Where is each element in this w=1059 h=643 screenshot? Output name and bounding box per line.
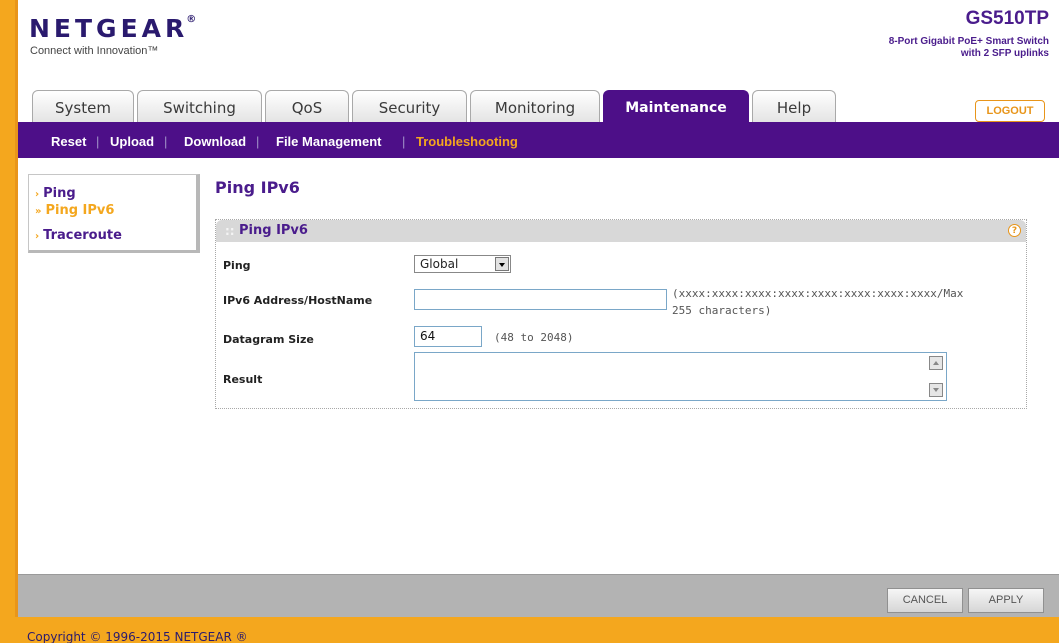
panel-title: Ping IPv6 <box>239 223 308 238</box>
sidebar: › Ping » Ping IPv6 › Traceroute <box>28 174 200 253</box>
tagline: Connect with Innovation™ <box>30 45 159 57</box>
page-title: Ping IPv6 <box>215 178 300 197</box>
tab-help[interactable]: Help <box>752 90 836 122</box>
subnav-file-management[interactable]: File Management <box>276 134 381 149</box>
tab-monitoring[interactable]: Monitoring <box>470 90 600 122</box>
drag-handle-icon: :: <box>225 224 235 238</box>
subnav-download[interactable]: Download <box>184 134 246 149</box>
subnav-reset[interactable]: Reset <box>51 134 86 149</box>
subnav-separator: | <box>164 134 168 149</box>
datagram-size-input[interactable]: 64 <box>414 326 482 347</box>
sidebar-item-ping[interactable]: › Ping <box>35 186 76 201</box>
ping-type-select[interactable]: Global <box>414 255 511 273</box>
netgear-logo: NETGEAR® <box>29 14 197 43</box>
main-panel: NETGEAR® Connect with Innovation™ GS510T… <box>18 0 1059 617</box>
apply-button[interactable]: APPLY <box>968 588 1044 613</box>
ipv6-address-label: IPv6 Address/HostName <box>223 294 373 307</box>
sidebar-item-ping-ipv6[interactable]: » Ping IPv6 <box>35 203 114 218</box>
left-frame <box>0 0 18 643</box>
datagram-size-hint: (48 to 2048) <box>494 331 574 344</box>
ipv6-address-input[interactable] <box>414 289 667 310</box>
tab-security[interactable]: Security <box>352 90 467 122</box>
tab-switching[interactable]: Switching <box>137 90 262 122</box>
subnav-separator: | <box>402 134 406 149</box>
result-textarea[interactable] <box>414 352 947 401</box>
ping-label: Ping <box>223 259 251 272</box>
chevron-right-icon: › <box>35 189 40 200</box>
scroll-up-icon[interactable] <box>929 356 943 370</box>
chevron-right-icon: › <box>35 231 40 242</box>
subnav-upload[interactable]: Upload <box>110 134 154 149</box>
subnav-separator: | <box>96 134 100 149</box>
ipv6-address-hint: (xxxx:xxxx:xxxx:xxxx:xxxx:xxxx:xxxx:xxxx… <box>672 287 964 317</box>
logout-button[interactable]: LOGOUT <box>975 100 1045 122</box>
help-icon[interactable]: ? <box>1008 224 1021 237</box>
subnav-separator: | <box>256 134 260 149</box>
tab-maintenance[interactable]: Maintenance <box>603 90 749 122</box>
subnav-troubleshooting[interactable]: Troubleshooting <box>416 134 518 149</box>
tab-qos[interactable]: QoS <box>265 90 349 122</box>
sidebar-item-traceroute[interactable]: › Traceroute <box>35 228 122 243</box>
model-description: 8-Port Gigabit PoE+ Smart Switch with 2 … <box>888 36 1049 59</box>
result-label: Result <box>223 373 263 386</box>
copyright-text: Copyright © 1996-2015 NETGEAR ® <box>27 630 248 643</box>
action-bar: CANCEL APPLY <box>18 574 1059 617</box>
scroll-down-icon[interactable] <box>929 383 943 397</box>
cancel-button[interactable]: CANCEL <box>887 588 963 613</box>
datagram-size-label: Datagram Size <box>223 333 314 346</box>
sub-navigation: Reset | Upload | Download | File Managem… <box>18 122 1059 158</box>
chevron-down-icon: » <box>35 206 42 217</box>
tab-system[interactable]: System <box>32 90 134 122</box>
model-name: GS510TP <box>965 8 1049 29</box>
panel-header: :: Ping IPv6 ? <box>216 220 1026 242</box>
chevron-down-icon[interactable] <box>495 257 509 271</box>
